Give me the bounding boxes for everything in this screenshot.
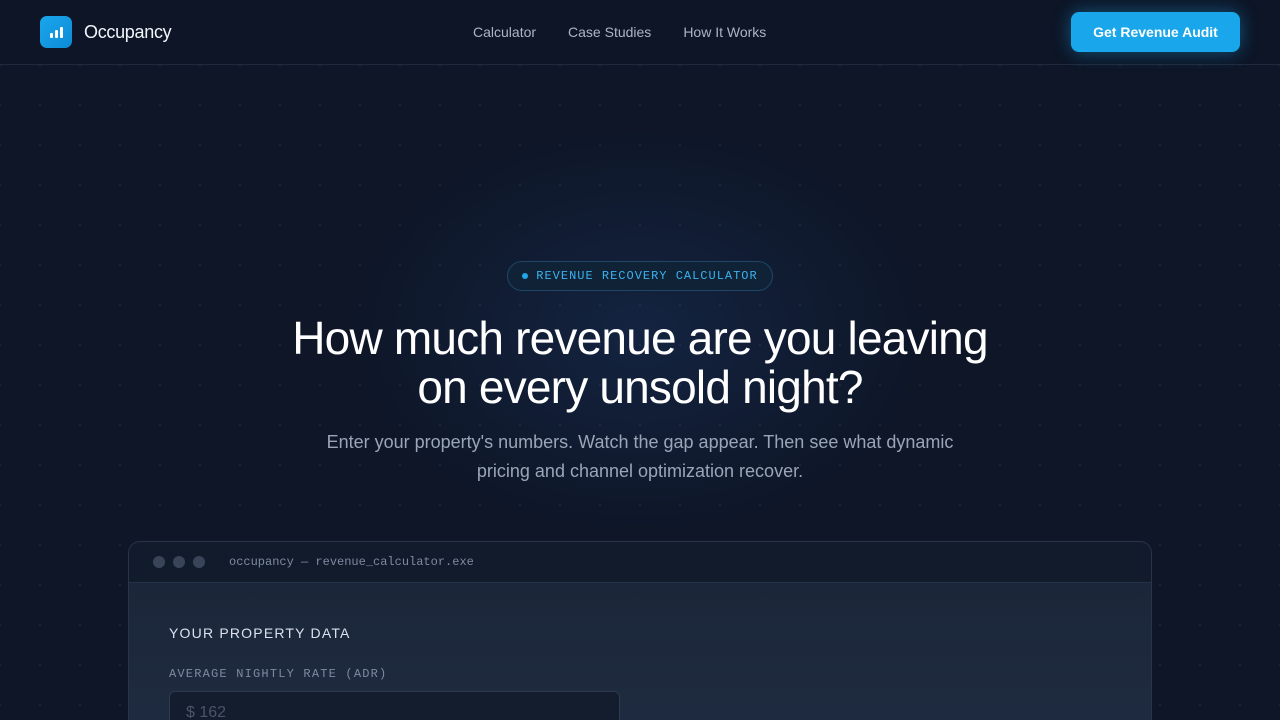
- top-navbar: Occupancy Calculator Case Studies How It…: [0, 0, 1280, 65]
- window-titlebar: occupancy — revenue_calculator.exe: [129, 542, 1151, 583]
- currency-symbol: $: [186, 704, 195, 720]
- adr-input[interactable]: $ 162: [169, 691, 620, 720]
- calculator-window: occupancy — revenue_calculator.exe YOUR …: [128, 541, 1152, 720]
- sub-line-2: pricing and channel optimization recover…: [476, 461, 804, 481]
- window-dot-icon: [153, 556, 165, 568]
- nav-link-how-it-works[interactable]: How It Works: [683, 24, 766, 40]
- badge-dot-icon: [522, 273, 529, 279]
- sub-line-1: Enter your property's numbers. Watch the…: [326, 432, 954, 452]
- logo-text: Occupancy: [84, 21, 172, 42]
- nav-link-calculator[interactable]: Calculator: [473, 24, 536, 40]
- headline-line-1: How much revenue are you leaving: [292, 312, 988, 364]
- window-controls: [153, 556, 205, 568]
- adr-value: 162: [199, 704, 227, 720]
- nav-link-case-studies[interactable]: Case Studies: [568, 24, 651, 40]
- get-revenue-audit-button[interactable]: Get Revenue Audit: [1071, 12, 1240, 52]
- bar-chart-icon: [40, 16, 72, 48]
- hero-subheadline: Enter your property's numbers. Watch the…: [300, 428, 980, 486]
- window-title: occupancy — revenue_calculator.exe: [229, 555, 474, 569]
- window-dot-icon: [193, 556, 205, 568]
- hero-badge: REVENUE RECOVERY CALCULATOR: [507, 261, 773, 291]
- hero-headline: How much revenue are you leaving on ever…: [240, 314, 1040, 412]
- nav-links: Calculator Case Studies How It Works: [473, 24, 766, 40]
- property-data-panel: YOUR PROPERTY DATA AVERAGE NIGHTLY RATE …: [129, 583, 1151, 720]
- window-dot-icon: [173, 556, 185, 568]
- logo[interactable]: Occupancy: [40, 16, 172, 48]
- badge-text: REVENUE RECOVERY CALCULATOR: [536, 269, 758, 283]
- adr-label: AVERAGE NIGHTLY RATE (ADR): [169, 667, 388, 681]
- headline-line-2: on every unsold night?: [417, 361, 863, 413]
- section-title: YOUR PROPERTY DATA: [169, 625, 351, 641]
